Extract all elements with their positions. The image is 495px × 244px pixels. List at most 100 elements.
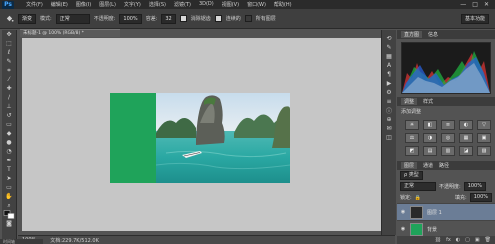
menu-3d[interactable]: 3D(D): [195, 1, 218, 8]
quick-select-tool-icon[interactable]: ✎: [2, 57, 16, 66]
clone-source-icon[interactable]: ⊕: [382, 115, 396, 124]
lasso-tool-icon[interactable]: ℓ: [2, 48, 16, 57]
layer-opacity-field[interactable]: 100%: [463, 182, 486, 191]
menu-type[interactable]: 文字(Y): [120, 1, 145, 8]
navigator-panel-icon[interactable]: ◫: [382, 133, 396, 142]
zoom-tool-icon[interactable]: ⌕: [2, 201, 16, 210]
move-tool-icon[interactable]: ✥: [2, 30, 16, 39]
actions-panel-icon[interactable]: ▶: [382, 79, 396, 88]
properties-panel-icon[interactable]: ≡: [382, 97, 396, 106]
document-tab[interactable]: 未标题-1 @ 100% (RGB/8) *: [20, 29, 120, 37]
character-panel-icon[interactable]: A: [382, 61, 396, 70]
threshold-icon[interactable]: ▥: [441, 146, 455, 156]
type-tool-icon[interactable]: T: [2, 165, 16, 174]
menu-window[interactable]: 窗口(W): [243, 1, 270, 8]
layer-name[interactable]: 背景: [427, 226, 437, 233]
link-layers-icon[interactable]: ⛓: [435, 237, 441, 243]
layer-row-1[interactable]: ◉ 图层 1: [397, 203, 495, 220]
tab-histogram[interactable]: 直方图: [401, 31, 423, 38]
shape-tool-icon[interactable]: ▭: [2, 183, 16, 192]
tab-paths[interactable]: 路径: [439, 162, 449, 169]
all-layers-checkbox[interactable]: [244, 15, 252, 22]
menu-bar: Ps 文件(F) 编辑(E) 图像(I) 图层(L) 文字(Y) 选择(S) 滤…: [0, 0, 495, 9]
close-button[interactable]: ✕: [484, 1, 489, 8]
layer-kind-select[interactable]: ρ 类型: [400, 171, 423, 180]
pen-tool-icon[interactable]: ✒: [2, 156, 16, 165]
visibility-eye-icon[interactable]: ◉: [400, 209, 406, 215]
color-lookup-icon[interactable]: ▣: [477, 133, 491, 143]
tab-channels[interactable]: 通道: [423, 162, 433, 169]
mode-select[interactable]: 正常: [55, 13, 90, 24]
delete-layer-icon[interactable]: 🗑: [485, 237, 491, 243]
levels-icon[interactable]: ◧: [423, 120, 437, 130]
visibility-eye-icon[interactable]: ◉: [400, 226, 406, 232]
hand-tool-icon[interactable]: ✋: [2, 192, 16, 201]
channel-mixer-icon[interactable]: ▦: [459, 133, 473, 143]
paint-bucket-icon[interactable]: [4, 14, 14, 24]
menu-file[interactable]: 文件(F): [22, 1, 47, 8]
vibrance-icon[interactable]: ▽: [477, 120, 491, 130]
quick-mask-icon[interactable]: ◙: [2, 219, 16, 228]
opacity-field[interactable]: 100%: [119, 13, 142, 24]
notes-panel-icon[interactable]: ✉: [382, 124, 396, 133]
tool-presets-icon[interactable]: ⚙: [382, 88, 396, 97]
adjustment-layer-icon[interactable]: ◐: [456, 237, 460, 243]
layer-style-icon[interactable]: fx: [446, 237, 451, 243]
new-layer-icon[interactable]: ▣: [475, 237, 480, 243]
new-group-icon[interactable]: ▢: [465, 237, 470, 243]
exposure-icon[interactable]: ◐: [459, 120, 473, 130]
brightness-icon[interactable]: ☀: [405, 120, 419, 130]
swatches-panel-icon[interactable]: ▦: [382, 52, 396, 61]
layer-name[interactable]: 图层 1: [427, 209, 442, 216]
brush-panel-icon[interactable]: ✎: [382, 43, 396, 52]
healing-brush-icon[interactable]: ✚: [2, 84, 16, 93]
crop-tool-icon[interactable]: ⌗: [2, 66, 16, 75]
menu-view[interactable]: 视图(V): [218, 1, 243, 8]
lock-icon[interactable]: 🔒: [415, 195, 421, 201]
marquee-tool-icon[interactable]: ⬚: [2, 39, 16, 48]
menu-edit[interactable]: 编辑(E): [47, 1, 72, 8]
menu-filter[interactable]: 滤镜(T): [170, 1, 195, 8]
brush-tool-icon[interactable]: ∕: [2, 93, 16, 102]
blend-mode-select[interactable]: 正常: [400, 182, 436, 191]
eraser-tool-icon[interactable]: ▭: [2, 120, 16, 129]
paragraph-panel-icon[interactable]: ¶: [382, 70, 396, 79]
tab-styles[interactable]: 样式: [423, 98, 433, 105]
menu-image[interactable]: 图像(I): [72, 1, 95, 8]
menu-layer[interactable]: 图层(L): [95, 1, 120, 8]
layer-row-background[interactable]: ◉ 背景: [397, 220, 495, 237]
history-panel-icon[interactable]: ⟲: [382, 34, 396, 43]
photo-filter-icon[interactable]: ◎: [441, 133, 455, 143]
eyedropper-tool-icon[interactable]: ⁄: [2, 75, 16, 84]
clone-stamp-icon[interactable]: ⊥: [2, 102, 16, 111]
preset-select[interactable]: 渐变: [18, 13, 37, 24]
photoshop-logo: Ps: [2, 0, 14, 9]
color-balance-icon[interactable]: ⚖: [405, 133, 419, 143]
paint-bucket-tool-icon[interactable]: ◆: [2, 129, 16, 138]
dodge-tool-icon[interactable]: ◔: [2, 147, 16, 156]
antialias-checkbox[interactable]: [179, 15, 187, 22]
invert-icon[interactable]: ◩: [405, 146, 419, 156]
menu-help[interactable]: 帮助(H): [270, 1, 296, 8]
fill-field[interactable]: 100%: [469, 193, 492, 202]
workspace-select[interactable]: 基本功能: [460, 14, 489, 24]
tolerance-field[interactable]: 32: [161, 13, 176, 24]
curves-icon[interactable]: ≡: [441, 120, 455, 130]
tab-adjustments[interactable]: 调整: [401, 98, 418, 105]
posterize-icon[interactable]: ▤: [423, 146, 437, 156]
black-white-icon[interactable]: ◑: [423, 133, 437, 143]
contiguous-checkbox[interactable]: [214, 15, 222, 22]
minimize-button[interactable]: —: [460, 1, 466, 8]
info-panel-icon[interactable]: ⓘ: [382, 106, 396, 115]
timeline-tab[interactable]: 时间轴: [0, 239, 43, 244]
history-brush-icon[interactable]: ↺: [2, 111, 16, 120]
selective-color-icon[interactable]: ◪: [459, 146, 473, 156]
color-swatches-icon[interactable]: [2, 210, 16, 219]
blur-tool-icon[interactable]: ●: [2, 138, 16, 147]
tab-layers[interactable]: 图层: [401, 162, 418, 169]
menu-select[interactable]: 选择(S): [145, 1, 170, 8]
gradient-map-icon[interactable]: ▨: [477, 146, 491, 156]
path-select-tool-icon[interactable]: ➤: [2, 174, 16, 183]
tab-info[interactable]: 信息: [428, 31, 438, 38]
maximize-button[interactable]: □: [472, 1, 478, 8]
